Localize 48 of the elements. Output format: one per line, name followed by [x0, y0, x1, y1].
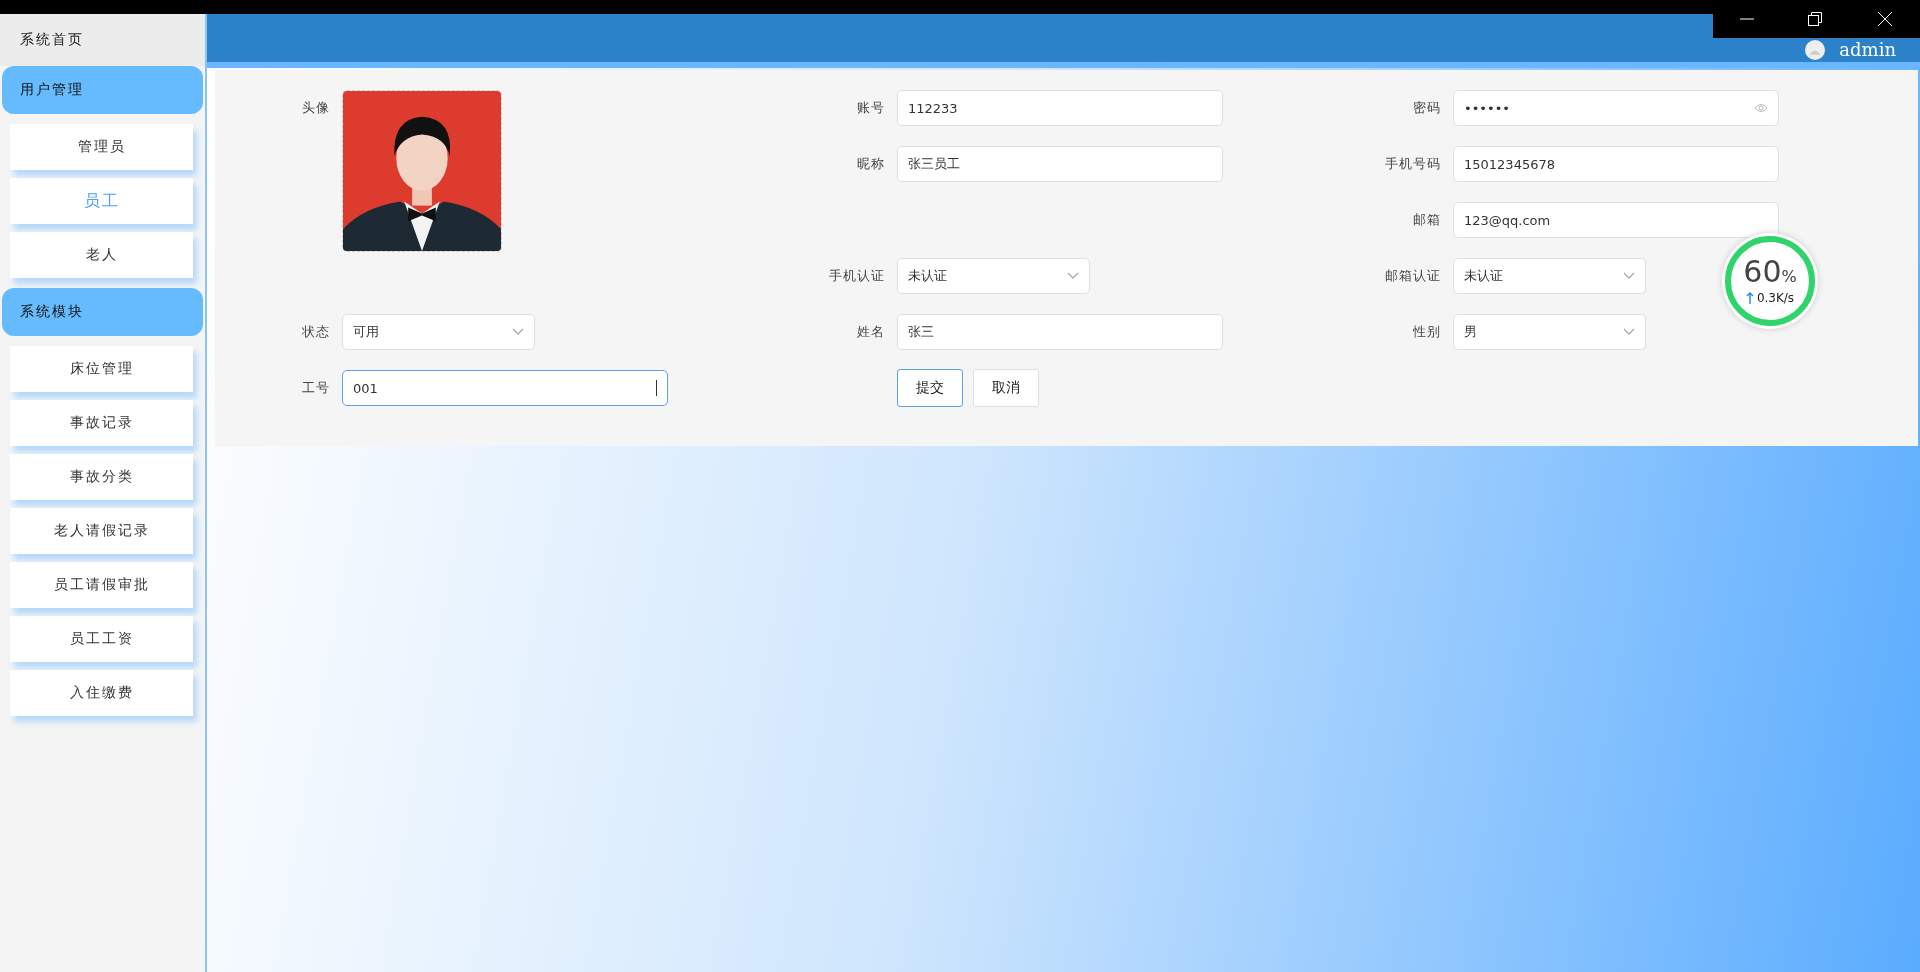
text-field[interactable]: 112233	[897, 90, 1223, 126]
sidebar-item[interactable]: 员工工资	[10, 616, 193, 662]
cancel-button[interactable]: 取消	[973, 369, 1039, 407]
chevron-down-icon	[512, 328, 524, 336]
user-avatar-icon[interactable]	[1805, 40, 1826, 60]
field-label: 工号	[302, 379, 331, 397]
menu-group-header[interactable]: 用户管理	[2, 66, 203, 114]
password-field[interactable]: ••••••	[1453, 90, 1779, 126]
sidebar-item[interactable]: 入住缴费	[10, 670, 193, 716]
restore-icon[interactable]	[1808, 12, 1823, 26]
sidebar-item[interactable]: 事故记录	[10, 400, 193, 446]
text-field[interactable]: 123@qq.com	[1453, 202, 1779, 238]
chevron-down-icon	[1067, 272, 1079, 280]
sidebar-home-link[interactable]: 系统首页	[0, 14, 205, 66]
field-label: 头像	[302, 99, 331, 117]
close-icon[interactable]	[1876, 11, 1893, 27]
select-field[interactable]: 男	[1453, 314, 1646, 350]
chevron-down-icon	[1623, 272, 1635, 280]
user-name: admin	[1839, 39, 1896, 60]
sidebar-item[interactable]: 床位管理	[10, 346, 193, 392]
field-label: 状态	[302, 323, 331, 341]
sidebar-item[interactable]: 老人请假记录	[10, 508, 193, 554]
text-field[interactable]: 张三员工	[897, 146, 1223, 182]
speed-reading: 0.3K/s	[1756, 291, 1795, 305]
text-field[interactable]: 001	[342, 370, 668, 406]
field-label: 邮箱	[1413, 211, 1442, 229]
select-field[interactable]: 未认证	[1453, 258, 1646, 294]
text-field[interactable]: 张三	[897, 314, 1223, 350]
field-label: 姓名	[857, 323, 886, 341]
submit-button[interactable]: 提交	[897, 369, 963, 407]
field-label: 邮箱认证	[1385, 267, 1442, 285]
percent-reading: 60%	[1743, 257, 1797, 287]
chevron-down-icon	[1623, 328, 1635, 336]
field-label: 手机认证	[829, 267, 886, 285]
field-label: 性别	[1413, 323, 1442, 341]
text-field[interactable]: 15012345678	[1453, 146, 1779, 182]
field-label: 昵称	[857, 155, 886, 173]
field-label: 密码	[1413, 99, 1442, 117]
sidebar-item[interactable]: 事故分类	[10, 454, 193, 500]
arrow-up-icon	[1745, 292, 1754, 304]
select-field[interactable]: 可用	[342, 314, 535, 350]
sidebar-item[interactable]: 员工请假审批	[10, 562, 193, 608]
select-field[interactable]: 未认证	[897, 258, 1090, 294]
field-label: 账号	[857, 99, 886, 117]
sidebar-item[interactable]: 老人	[10, 232, 193, 278]
sidebar-item[interactable]: 管理员	[10, 124, 193, 170]
field-label: 手机号码	[1385, 155, 1442, 173]
menu-group-header[interactable]: 系统模块	[2, 288, 203, 336]
